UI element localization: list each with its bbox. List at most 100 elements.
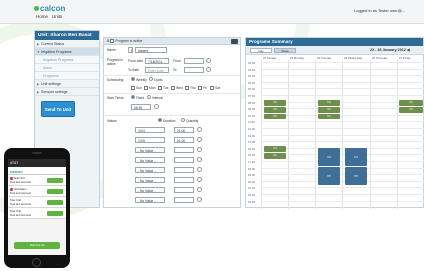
- save-icon[interactable]: [231, 39, 238, 44]
- day-column-header: 26 Thursday: [372, 56, 388, 60]
- valve-time-field[interactable]: 01:00: [174, 137, 194, 143]
- tab-day[interactable]: Day: [250, 48, 272, 53]
- valve-select[interactable]: - No Value -: [135, 187, 165, 193]
- valve-time-field[interactable]: [174, 147, 194, 153]
- notification-row[interactable]: Test Unit Test text text text: [8, 208, 66, 219]
- notification-row[interactable]: Unit Alarm Test text text text: [8, 186, 66, 197]
- calendar-event[interactable]: V1: [264, 114, 286, 119]
- interval-radio[interactable]: [147, 95, 151, 99]
- program-active-checkbox[interactable]: [110, 39, 115, 44]
- nav-units-link[interactable]: Units: [52, 14, 62, 19]
- day-sat-checkbox[interactable]: [210, 86, 214, 90]
- scheduling-label: Scheduling: [107, 78, 124, 82]
- valve-time-field[interactable]: [174, 157, 194, 163]
- clear-icon[interactable]: [197, 197, 202, 202]
- calendar-event[interactable]: V3: [399, 100, 423, 106]
- day-wed-checkbox[interactable]: [171, 86, 175, 90]
- clear-icon[interactable]: [154, 104, 159, 109]
- cyclic-radio[interactable]: [149, 77, 153, 81]
- sidebar-subitem-programs[interactable]: Programs: [35, 72, 99, 80]
- clear-icon[interactable]: [197, 127, 202, 132]
- name-prefix-field[interactable]: B: [128, 47, 133, 53]
- valve-time-field[interactable]: [174, 197, 194, 203]
- valve-select[interactable]: - No Value -: [135, 167, 165, 173]
- valve-select[interactable]: - No Value -: [135, 177, 165, 183]
- time-label: 21:00: [248, 186, 255, 191]
- notification-button[interactable]: [47, 200, 63, 205]
- notification-button[interactable]: [47, 178, 63, 183]
- valve-select[interactable]: - No Value -: [135, 147, 165, 153]
- from-date-field[interactable]: 7/18/2011: [145, 58, 169, 64]
- duration-radio[interactable]: [158, 118, 162, 122]
- day-mon-checkbox[interactable]: [144, 86, 148, 90]
- chevron-left-icon[interactable]: ◀: [407, 48, 410, 52]
- notification-row[interactable]: Test Unit Test text text text: [8, 197, 66, 208]
- calendar-event[interactable]: V3: [264, 100, 286, 106]
- calendar-event[interactable]: V4: [345, 148, 367, 166]
- chevron-right-icon: ▶: [37, 82, 40, 86]
- valve-select[interactable]: 4/V4: [135, 127, 165, 133]
- calendar-event[interactable]: V5: [318, 167, 340, 185]
- calendar-event[interactable]: V5: [345, 167, 367, 185]
- time-gridline: [261, 200, 424, 202]
- calendar-event[interactable]: V3: [318, 100, 340, 106]
- clear-icon[interactable]: [206, 58, 211, 63]
- calendar-event[interactable]: V1: [318, 114, 340, 119]
- time-label: 04:00: [248, 74, 255, 79]
- valve-time-field[interactable]: [174, 177, 194, 183]
- to-date-label: To date: [128, 68, 139, 72]
- sidebar-item-irrigation-programs[interactable]: ▼ Irrigation Programs: [35, 48, 99, 56]
- phone-home-button[interactable]: [32, 258, 41, 267]
- day-tue-checkbox[interactable]: [158, 86, 162, 90]
- valve-time-field[interactable]: 01:00: [174, 127, 194, 133]
- calendar-event[interactable]: V4: [318, 148, 340, 166]
- clear-icon[interactable]: [197, 167, 202, 172]
- from-label: From: [173, 59, 181, 63]
- calendar-event[interactable]: V2: [399, 107, 423, 113]
- day-sun-checkbox[interactable]: [131, 86, 135, 90]
- program-active-label: Program is active: [115, 39, 143, 43]
- valve-select[interactable]: - No Value -: [135, 197, 165, 203]
- clear-icon[interactable]: [197, 137, 202, 142]
- valve-select[interactable]: 1/V5: [135, 137, 165, 143]
- date-range: 22 - 28 January 2012 ◀: [370, 48, 410, 52]
- to-date-field[interactable]: Enter Date: [145, 67, 169, 73]
- sidebar-item-current-status[interactable]: ▶ Current Status: [35, 40, 99, 48]
- clear-icon[interactable]: [197, 177, 202, 182]
- calendar-event[interactable]: V3: [264, 146, 286, 152]
- send-to-unit-button[interactable]: Send To Unit: [41, 101, 75, 117]
- quantity-radio[interactable]: [181, 118, 185, 122]
- tab-week[interactable]: Week: [274, 48, 296, 53]
- to-time-field[interactable]: [184, 67, 204, 73]
- nav-home-link[interactable]: Home: [36, 14, 48, 19]
- name-field[interactable]: dripers: [135, 47, 167, 53]
- calendar-event[interactable]: V2: [264, 153, 286, 159]
- form-header: B Program is active: [104, 38, 240, 45]
- programs-summary-title: Programs Summary: [246, 38, 423, 46]
- valve-time-field[interactable]: [174, 167, 194, 173]
- weekly-radio[interactable]: [131, 77, 135, 81]
- valve-select[interactable]: - No Value -: [135, 157, 165, 163]
- sidebar-subitem-irrigation-programs[interactable]: Irrigation Programs: [35, 56, 99, 64]
- clear-icon[interactable]: [197, 157, 202, 162]
- sidebar-subitem-alarm[interactable]: Alarm: [35, 64, 99, 72]
- notification-button[interactable]: [47, 189, 63, 194]
- notification-row[interactable]: Test Unit Test text text text: [8, 175, 66, 186]
- logo: calcon: [34, 4, 65, 13]
- calendar-event[interactable]: V2: [264, 107, 286, 113]
- clear-icon[interactable]: [197, 187, 202, 192]
- start-time-field[interactable]: 06:30: [131, 104, 151, 110]
- valve-time-field[interactable]: [174, 187, 194, 193]
- from-time-field[interactable]: [184, 58, 204, 64]
- sidebar-item-sensors-settings[interactable]: ▶ Sensors settings: [35, 88, 99, 96]
- clear-icon[interactable]: [197, 147, 202, 152]
- sidebar-item-unit-settings[interactable]: ▶ Unit settings: [35, 80, 99, 88]
- quantity-label: Quantity: [186, 119, 199, 123]
- day-fri-checkbox[interactable]: [198, 86, 202, 90]
- day-thu-checkbox[interactable]: [185, 86, 189, 90]
- notification-button[interactable]: [47, 211, 63, 216]
- fixed-radio[interactable]: [131, 95, 135, 99]
- clear-icon[interactable]: [206, 67, 211, 72]
- dismiss-all-button[interactable]: Dismiss All: [14, 242, 60, 249]
- calendar-event[interactable]: V2: [318, 107, 340, 113]
